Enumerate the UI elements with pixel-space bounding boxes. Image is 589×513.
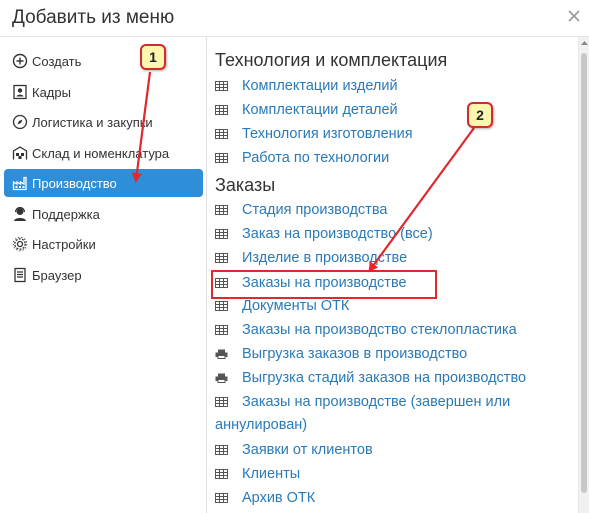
factory-icon [12,175,28,191]
document-icon [12,267,28,283]
link-label: Архив ОТК [242,490,316,506]
sidebar-item-personnel[interactable]: Кадры [4,78,203,106]
section-title-orders: Заказы [215,175,276,195]
table-icon [215,445,228,455]
link-label: Документы ОТК [242,298,350,314]
link-label: Заявки от клиентов [242,442,373,458]
sidebar-item-settings[interactable]: Настройки [4,230,203,258]
sidebar-item-support[interactable]: Поддержка [4,200,203,228]
section-title-technology: Технология и комплектация [215,50,448,70]
link-label: Технология изготовления [242,126,413,142]
vertical-scrollbar[interactable] [578,37,589,513]
printer-icon [215,349,228,359]
link-item-production-stage[interactable]: Стадия производства [215,199,387,222]
link-item-parts[interactable]: Комплектации деталей [215,99,398,122]
compass-icon [12,114,28,130]
link-item-tech-work[interactable]: Работа по технологии [215,147,389,170]
table-icon [215,493,228,503]
dialog-title: Добавить из меню [12,7,175,28]
table-icon [215,469,228,479]
link-item-assemblies[interactable]: Комплектации изделий [215,75,398,98]
link-item-fiberglass-orders[interactable]: Заказы на производство стеклопластика [215,319,517,342]
link-item-export-orders[interactable]: Выгрузка заказов в производство [215,343,467,366]
sidebar-item-label: Кадры [32,84,71,100]
dialog-header: Добавить из меню [0,0,589,37]
person-card-icon [12,84,28,100]
scroll-up-arrow-icon[interactable] [581,40,588,46]
callout-1: 1 [140,44,166,70]
plus-circle-icon [12,53,28,69]
link-label: Работа по технологии [242,150,390,166]
link-item-clients[interactable]: Клиенты [215,463,300,486]
sidebar-item-label: Создать [32,53,82,69]
table-icon [215,105,228,115]
sidebar-item-label: Склад и номенклатура [32,145,170,161]
link-item-qc-archive[interactable]: Архив ОТК [215,487,315,510]
sidebar-item-logistics[interactable]: Логистика и закупки [4,108,203,136]
link-label: Заказы на производстве (завершен или [242,394,511,410]
table-icon [215,153,228,163]
sidebar-item-label: Браузер [32,267,82,283]
sidebar-item-label: Настройки [32,236,96,252]
link-item-product-in-production[interactable]: Изделие в производстве [215,247,407,270]
sidebar-item-create[interactable]: Создать [4,47,203,75]
link-label: Заказ на производство (все) [242,226,433,242]
support-user-icon [12,206,28,222]
table-icon [215,229,228,239]
link-item-client-requests[interactable]: Заявки от клиентов [215,439,373,462]
link-item-orders-completed[interactable]: Заказы на производстве (завершен или [215,391,510,414]
sidebar: Создать Кадры Логистика и закупки Склад … [0,37,207,513]
link-label: Выгрузка стадий заказов на производство [242,370,527,386]
link-label: Комплектации деталей [242,102,398,118]
sidebar-item-label: Поддержка [32,206,100,222]
add-from-menu-dialog: Добавить из меню Создать Кадры Логистика… [0,0,589,513]
link-label: Стадия производства [242,202,388,218]
close-icon[interactable] [565,7,583,25]
link-label: Комплектации изделий [242,78,398,94]
sidebar-item-browser[interactable]: Браузер [4,261,203,289]
sidebar-item-label: Логистика и закупки [32,114,153,130]
callout-2: 2 [467,102,493,128]
link-label: Изделие в производстве [242,250,408,266]
table-icon [215,205,228,215]
sidebar-item-warehouse[interactable]: Склад и номенклатура [4,139,203,167]
highlight-box-orders-in-production [211,270,437,299]
sidebar-item-label: Производство [32,175,117,191]
link-item-technology[interactable]: Технология изготовления [215,123,413,146]
link-item-orders-completed-continued[interactable]: аннулирован) [215,414,307,437]
table-icon [215,325,228,335]
table-icon [215,129,228,139]
link-item-production-order-all[interactable]: Заказ на производство (все) [215,223,433,246]
table-icon [215,397,228,407]
table-icon [215,301,228,311]
table-icon [215,81,228,91]
link-label: Выгрузка заказов в производство [242,346,468,362]
link-label: Заказы на производство стеклопластика [242,322,517,338]
sidebar-item-production[interactable]: Производство [4,169,203,197]
warehouse-icon [12,145,28,161]
printer-icon [215,373,228,383]
gear-icon [12,236,28,252]
table-icon [215,253,228,263]
scrollbar-thumb[interactable] [581,53,587,493]
link-item-export-order-stages[interactable]: Выгрузка стадий заказов на производство [215,367,526,390]
link-label: Клиенты [242,466,301,482]
